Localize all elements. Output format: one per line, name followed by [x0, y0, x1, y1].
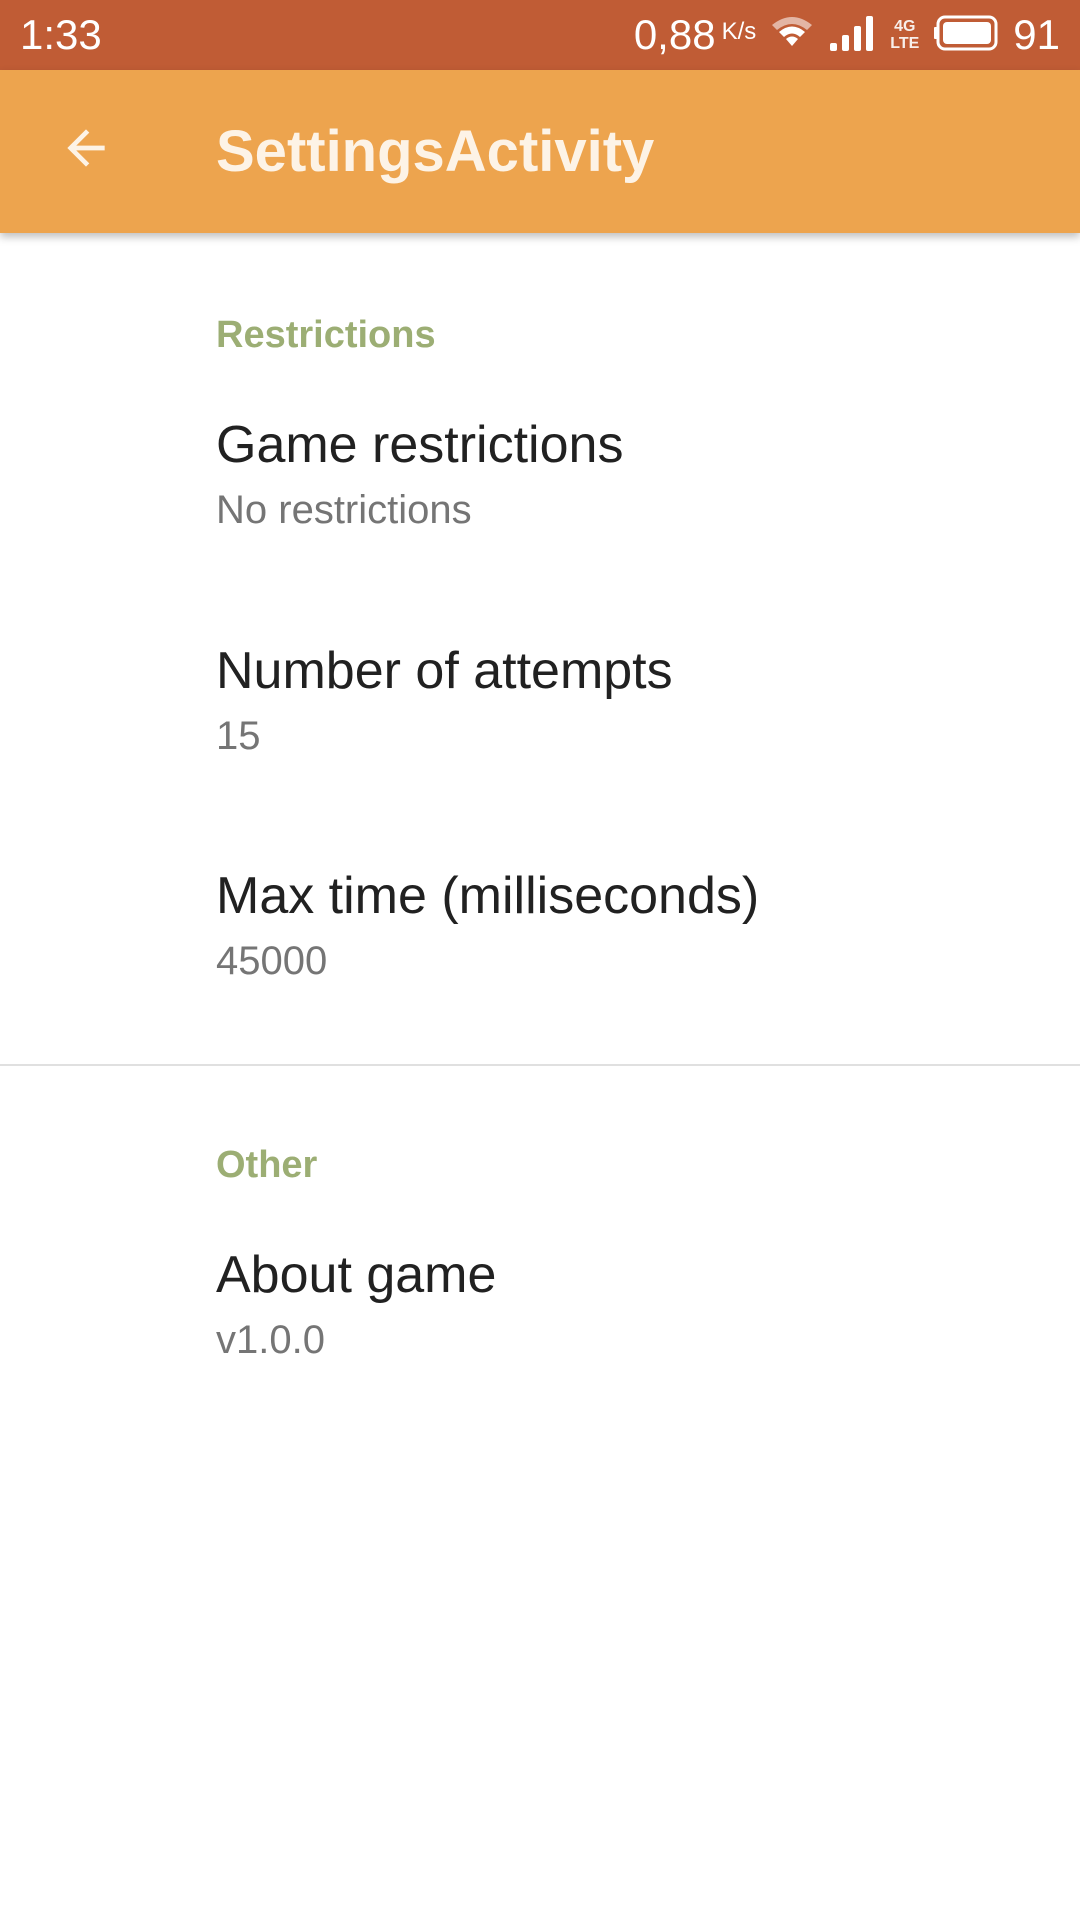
wifi-icon: [770, 13, 814, 58]
battery-level: 91: [1013, 11, 1060, 58]
pref-title: Max time (milliseconds): [216, 867, 760, 925]
back-button[interactable]: [48, 112, 124, 188]
pref-number-of-attempts[interactable]: Number of attempts 15: [0, 641, 1080, 841]
pref-max-time[interactable]: Max time (milliseconds) 45000: [0, 866, 1080, 1066]
signal-icon: [828, 13, 876, 58]
page-title: SettingsActivity: [216, 119, 655, 184]
section-divider: [0, 1064, 1080, 1066]
lte-bottom-label: LTE: [890, 35, 920, 52]
pref-title: About game: [216, 1246, 497, 1304]
network-speed: 0,88 K/s: [634, 8, 756, 62]
status-indicators: 0,88 K/s 4G LTE 91: [634, 8, 1060, 62]
status-bar: 1:33 0,88 K/s 4G LTE 91: [0, 0, 1080, 70]
lte-top-label: 4G: [894, 18, 916, 35]
network-speed-unit: K/s: [721, 18, 757, 45]
arrow-back-icon: [58, 120, 114, 181]
pref-about-game[interactable]: About game v1.0.0: [0, 1245, 1080, 1445]
battery-icon: [933, 15, 999, 56]
pref-summary: v1.0.0: [216, 1318, 325, 1362]
app-bar: SettingsActivity: [0, 70, 1080, 233]
pref-summary: 45000: [216, 939, 328, 983]
category-header-other: Other: [216, 1144, 318, 1186]
lte-badge: 4G LTE: [890, 18, 919, 52]
pref-title: Number of attempts: [216, 642, 673, 700]
pref-game-restrictions[interactable]: Game restrictions No restrictions: [0, 415, 1080, 615]
pref-summary: 15: [216, 714, 261, 758]
pref-summary: No restrictions: [216, 488, 472, 532]
pref-title: Game restrictions: [216, 416, 624, 474]
network-speed-value: 0,88: [633, 11, 716, 58]
category-header-restrictions: Restrictions: [216, 314, 436, 356]
status-time: 1:33: [20, 11, 102, 58]
